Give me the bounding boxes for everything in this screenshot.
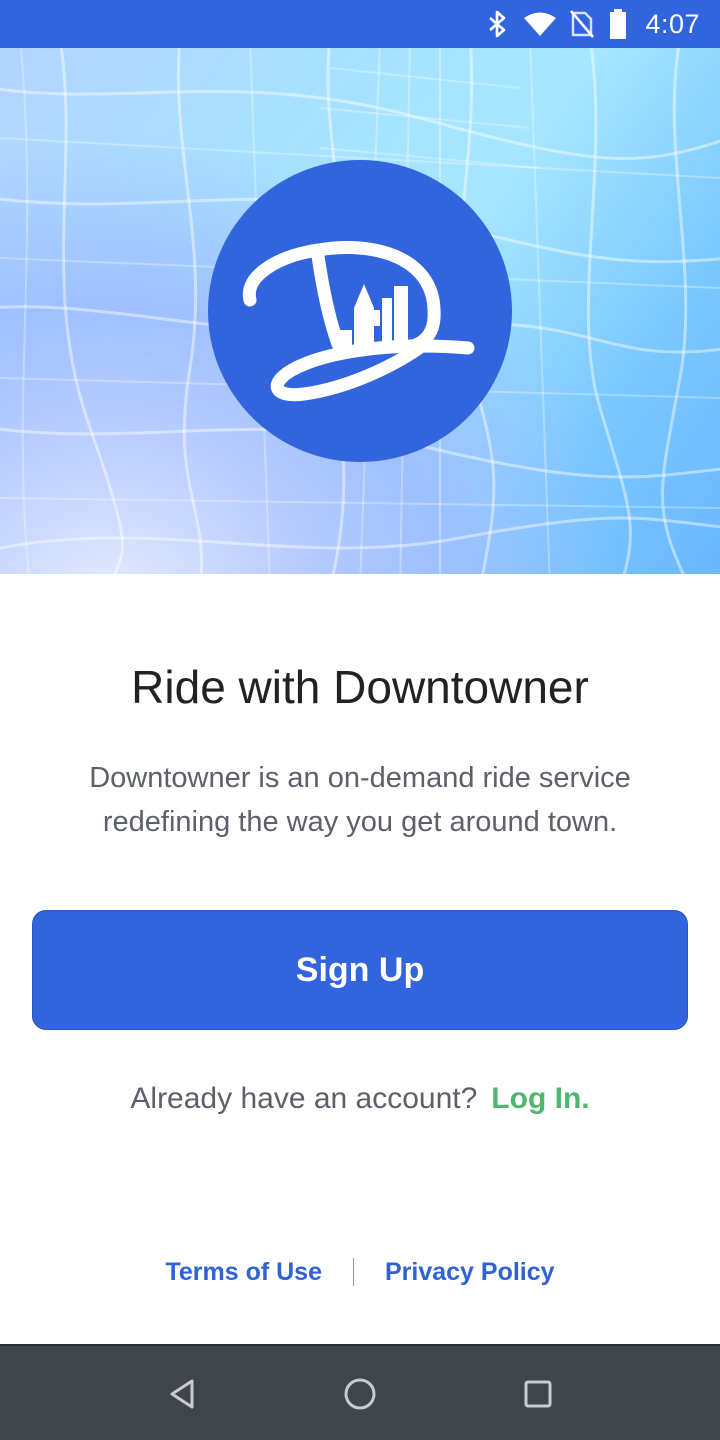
legal-links: Terms of Use Privacy Policy xyxy=(0,1254,720,1290)
description-line-2: redefining the way you get around town. xyxy=(102,806,618,838)
hero-banner xyxy=(0,48,720,574)
battery-icon xyxy=(609,9,627,39)
status-time: 4:07 xyxy=(645,8,700,39)
terms-of-use-link[interactable]: Terms of Use xyxy=(165,1258,322,1287)
navigation-bar xyxy=(0,1344,720,1440)
no-sim-icon xyxy=(569,9,595,39)
description-text: Downtowner is an on-demand ride service … xyxy=(40,756,680,844)
status-bar: 4:07 xyxy=(0,0,720,48)
page-title: Ride with Downtowner xyxy=(131,661,589,713)
sign-up-button[interactable]: Sign Up xyxy=(32,910,688,1030)
status-icons: 4:07 xyxy=(487,0,720,48)
downtowner-logo-icon xyxy=(208,160,512,462)
home-icon[interactable] xyxy=(342,1376,378,1412)
recents-icon[interactable] xyxy=(520,1376,556,1412)
login-row: Already have an account? Log In. xyxy=(0,1082,720,1116)
description-line-1: Downtowner is an on-demand ride service xyxy=(89,762,631,794)
bluetooth-icon xyxy=(487,10,509,38)
login-prompt: Already have an account? xyxy=(130,1082,478,1115)
wifi-icon xyxy=(523,11,557,37)
back-icon[interactable] xyxy=(164,1376,200,1412)
privacy-policy-link[interactable]: Privacy Policy xyxy=(385,1258,555,1287)
legal-divider xyxy=(352,1258,354,1286)
log-in-link[interactable]: Log In. xyxy=(491,1082,589,1115)
